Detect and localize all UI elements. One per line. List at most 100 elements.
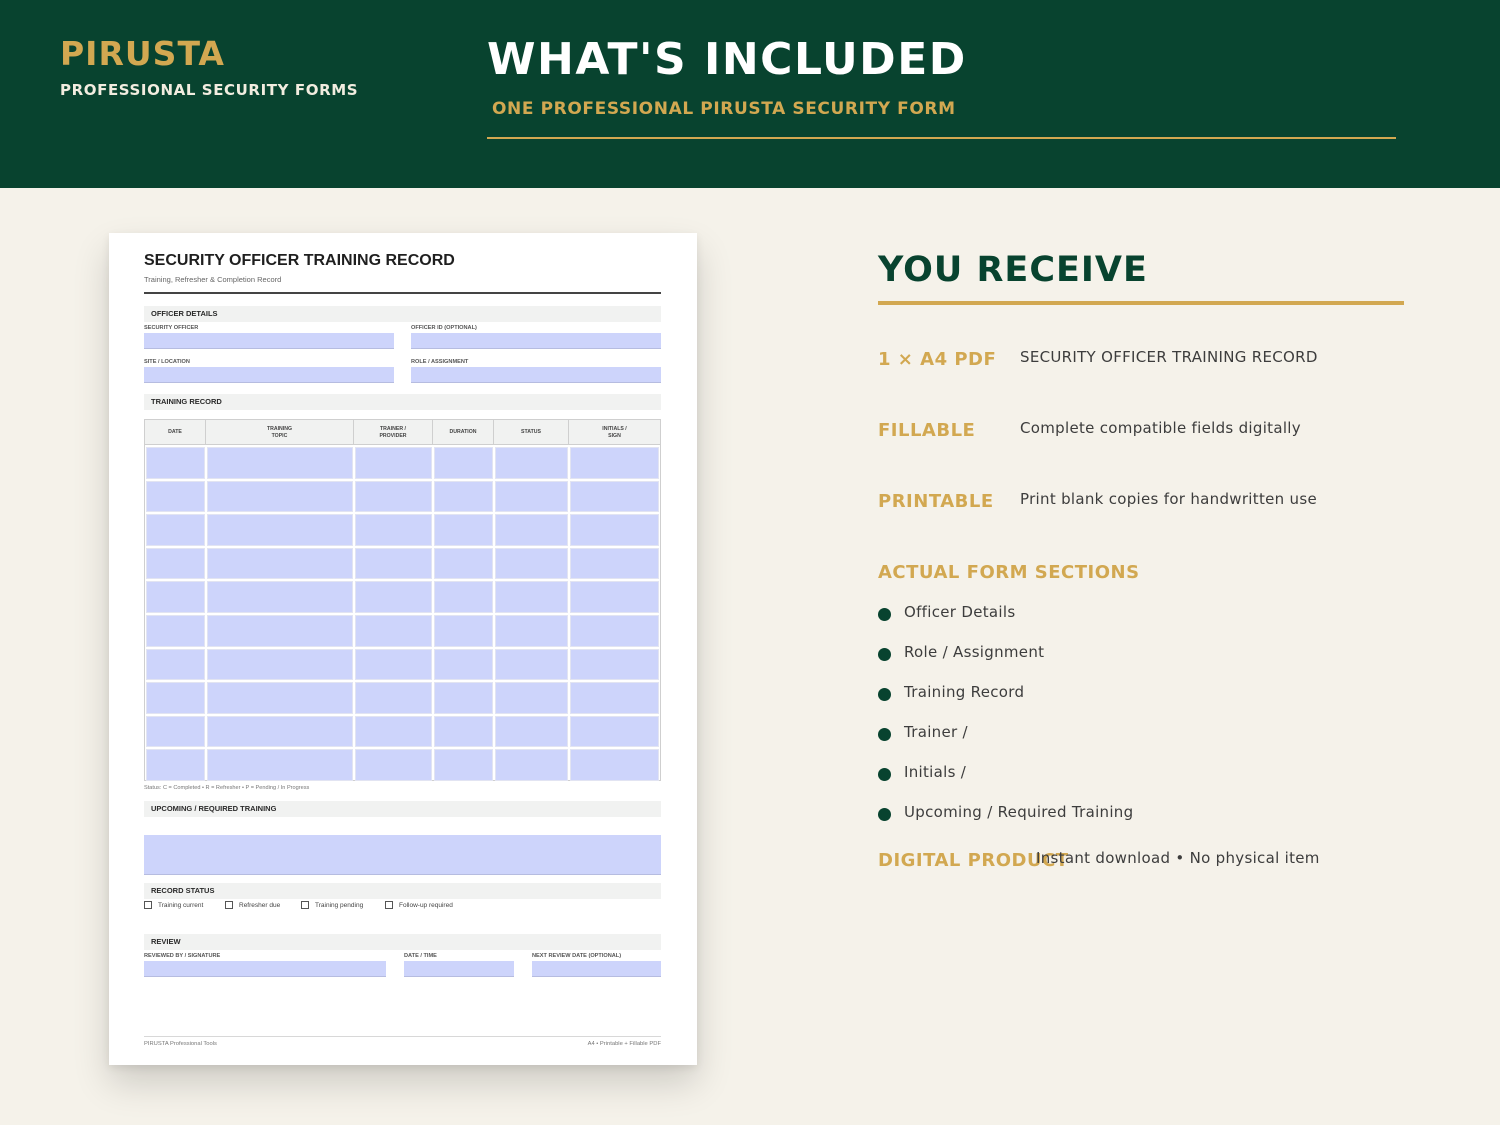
training-table-cell[interactable] bbox=[355, 648, 432, 681]
field-security-officer[interactable] bbox=[144, 333, 394, 349]
field-officer-id[interactable] bbox=[411, 333, 661, 349]
training-table-cell[interactable] bbox=[495, 581, 568, 613]
training-table-cell[interactable] bbox=[355, 514, 432, 546]
field-reviewed-by[interactable] bbox=[144, 961, 386, 977]
training-table-cell[interactable] bbox=[495, 715, 568, 748]
training-table-cell[interactable] bbox=[570, 648, 659, 681]
training-table-cell[interactable] bbox=[207, 581, 353, 613]
training-table-cell[interactable] bbox=[570, 447, 659, 479]
training-table-cell[interactable] bbox=[355, 682, 432, 714]
checkbox-box[interactable] bbox=[144, 901, 152, 909]
status-legend: Status: C = Completed • R = Refresher • … bbox=[144, 785, 310, 791]
training-table-cell[interactable] bbox=[570, 581, 659, 613]
spec-format-value: SECURITY OFFICER TRAINING RECORD bbox=[1020, 348, 1318, 366]
training-table-cell[interactable] bbox=[355, 749, 432, 781]
training-table-cell[interactable] bbox=[495, 648, 568, 681]
training-table-cell[interactable] bbox=[207, 547, 353, 580]
spec-fillable-value: Complete compatible fields digitally bbox=[1020, 419, 1301, 437]
section-item-label: Trainer / bbox=[904, 723, 968, 741]
training-table-cell[interactable] bbox=[495, 480, 568, 513]
training-table-cell[interactable] bbox=[146, 547, 205, 580]
training-table-cell[interactable] bbox=[355, 547, 432, 580]
training-table-cell[interactable] bbox=[570, 547, 659, 580]
checkbox-box[interactable] bbox=[301, 901, 309, 909]
training-table-cell[interactable] bbox=[146, 581, 205, 613]
training-table-cell[interactable] bbox=[434, 581, 493, 613]
training-table-cell[interactable] bbox=[207, 749, 353, 781]
training-table-cell[interactable] bbox=[146, 682, 205, 714]
table-column-header: INITIALS / SIGN bbox=[602, 425, 627, 439]
training-table-cell[interactable] bbox=[207, 480, 353, 513]
field-next-review[interactable] bbox=[532, 961, 661, 977]
checkbox-box[interactable] bbox=[225, 901, 233, 909]
training-table-cell[interactable] bbox=[146, 480, 205, 513]
section-item: Initials / bbox=[878, 763, 966, 781]
training-table-cell[interactable] bbox=[146, 514, 205, 546]
training-table-cell[interactable] bbox=[495, 682, 568, 714]
bullet-dot-icon bbox=[878, 607, 891, 621]
training-table-cell[interactable] bbox=[355, 615, 432, 647]
training-table-cell[interactable] bbox=[434, 514, 493, 546]
training-table-cell[interactable] bbox=[146, 447, 205, 479]
training-table-cell[interactable] bbox=[434, 480, 493, 513]
form-preview: SECURITY OFFICER TRAINING RECORD Trainin… bbox=[109, 233, 697, 1065]
training-table-cell[interactable] bbox=[355, 715, 432, 748]
training-table-cell[interactable] bbox=[495, 615, 568, 647]
field-upcoming-training[interactable] bbox=[144, 835, 661, 875]
training-table-cell[interactable] bbox=[207, 715, 353, 748]
training-table-cell[interactable] bbox=[570, 514, 659, 546]
training-table-cell[interactable] bbox=[146, 648, 205, 681]
training-table-cell[interactable] bbox=[434, 749, 493, 781]
training-table-cell[interactable] bbox=[207, 514, 353, 546]
training-table-cell[interactable] bbox=[495, 447, 568, 479]
section-item-label: Role / Assignment bbox=[904, 643, 1045, 661]
header-band: PIRUSTA PROFESSIONAL SECURITY FORMS WHAT… bbox=[0, 0, 1500, 188]
training-table-cell[interactable] bbox=[207, 615, 353, 647]
training-table-cell[interactable] bbox=[570, 615, 659, 647]
table-column-header: DURATION bbox=[433, 420, 494, 445]
training-table: DATE TRAINING TOPIC TRAINER / PROVIDER DURA… bbox=[144, 419, 661, 781]
training-table-cell[interactable] bbox=[207, 648, 353, 681]
training-table-cell[interactable] bbox=[146, 615, 205, 647]
label-officer-id: OFFICER ID (OPTIONAL) bbox=[411, 325, 477, 331]
spec-format-key: 1 × A4 PDF bbox=[878, 349, 997, 370]
section-training-record: TRAINING RECORD bbox=[144, 394, 661, 410]
label-role-assignment: ROLE / ASSIGNMENT bbox=[411, 359, 469, 365]
training-table-cell[interactable] bbox=[434, 715, 493, 748]
spec-printable-key: PRINTABLE bbox=[878, 491, 994, 512]
checkbox-training-pending[interactable]: Training pending bbox=[301, 901, 363, 909]
training-table-cell[interactable] bbox=[207, 447, 353, 479]
training-table-cell[interactable] bbox=[355, 447, 432, 479]
checkbox-box[interactable] bbox=[385, 901, 393, 909]
field-site-location[interactable] bbox=[144, 367, 394, 383]
training-table-cell[interactable] bbox=[434, 648, 493, 681]
training-table-cell[interactable] bbox=[495, 547, 568, 580]
spec-fillable-key: FILLABLE bbox=[878, 420, 976, 441]
checkbox-refresher-due[interactable]: Refresher due bbox=[225, 901, 280, 909]
section-upcoming-training: UPCOMING / REQUIRED TRAINING bbox=[144, 801, 661, 817]
training-table-cell[interactable] bbox=[355, 581, 432, 613]
field-role-assignment[interactable] bbox=[411, 367, 661, 383]
form-title-rule bbox=[144, 292, 661, 294]
training-table-cell[interactable] bbox=[570, 749, 659, 781]
training-table-cell[interactable] bbox=[434, 547, 493, 580]
training-table-cell[interactable] bbox=[434, 682, 493, 714]
training-table-cell[interactable] bbox=[146, 749, 205, 781]
training-table-cell[interactable] bbox=[495, 749, 568, 781]
training-table-cell[interactable] bbox=[434, 447, 493, 479]
checkbox-training-current[interactable]: Training current bbox=[144, 901, 203, 909]
section-item: Upcoming / Required Training bbox=[878, 803, 1133, 821]
label-next-review: NEXT REVIEW DATE (OPTIONAL) bbox=[532, 953, 622, 959]
field-date-time[interactable] bbox=[404, 961, 514, 977]
training-table-cell[interactable] bbox=[570, 715, 659, 748]
table-column-header: TRAINING TOPIC bbox=[206, 420, 354, 445]
training-table-cell[interactable] bbox=[207, 682, 353, 714]
brand-tagline: PROFESSIONAL SECURITY FORMS bbox=[60, 81, 359, 99]
training-table-cell[interactable] bbox=[146, 715, 205, 748]
training-table-cell[interactable] bbox=[570, 480, 659, 513]
training-table-cell[interactable] bbox=[434, 615, 493, 647]
training-table-cell[interactable] bbox=[570, 682, 659, 714]
training-table-cell[interactable] bbox=[355, 480, 432, 513]
training-table-cell[interactable] bbox=[495, 514, 568, 546]
checkbox-follow-up-required[interactable]: Follow-up required bbox=[385, 901, 453, 909]
